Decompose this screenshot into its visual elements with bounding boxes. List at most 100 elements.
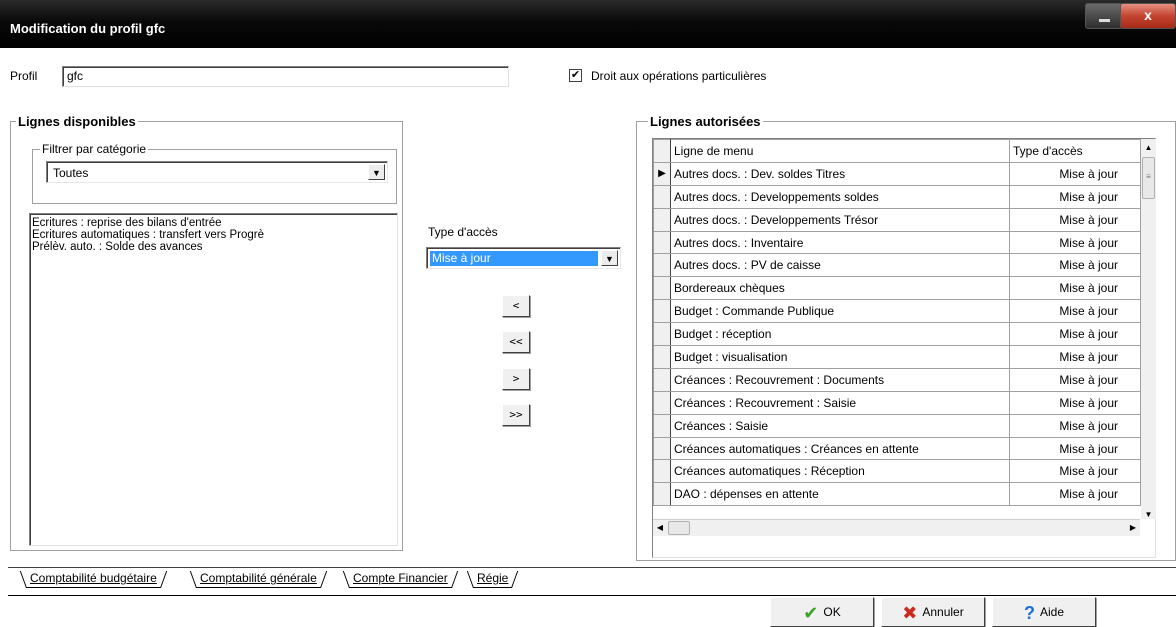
row-indicator[interactable] xyxy=(653,390,671,415)
close-button[interactable]: x xyxy=(1120,3,1176,29)
move-all-left-button[interactable]: << xyxy=(502,331,530,353)
vertical-scrollbar[interactable]: ▲ ≡ ▼ xyxy=(1141,139,1156,519)
tab-regie[interactable]: Régie xyxy=(473,571,513,588)
row-indicator[interactable] xyxy=(653,230,671,255)
horizontal-scrollbar[interactable]: ◀ ▶ xyxy=(653,519,1140,536)
authorized-lines-title: Lignes autorisées xyxy=(648,114,763,129)
available-lines-list[interactable]: Ecritures : reprise des bilans d'entrée … xyxy=(29,213,398,546)
access-type-cell[interactable]: Mise à jour xyxy=(1009,184,1141,209)
menu-line-cell[interactable]: Budget : Commande Publique xyxy=(670,299,1010,324)
access-type-cell[interactable]: Mise à jour xyxy=(1009,367,1141,392)
access-type-cell[interactable]: Mise à jour xyxy=(1009,322,1141,347)
menu-line-cell[interactable]: Créances automatiques : Créances en atte… xyxy=(670,436,1010,461)
access-type-cell[interactable]: Mise à jour xyxy=(1009,299,1141,324)
list-item[interactable]: Ecritures automatiques : transfert vers … xyxy=(32,229,395,241)
scroll-up-icon[interactable]: ▲ xyxy=(1141,139,1156,156)
access-type-cell[interactable]: Mise à jour xyxy=(1009,390,1141,415)
row-indicator[interactable] xyxy=(653,367,671,392)
table-row[interactable]: Bordereaux chèques Mise à jour xyxy=(653,276,1141,301)
ok-button[interactable]: ✔ OK xyxy=(770,597,874,627)
access-type-cell[interactable]: Mise à jour xyxy=(1009,436,1141,461)
menu-line-cell[interactable]: Budget : visualisation xyxy=(670,345,1010,369)
access-type-select[interactable]: Mise à jour ▼ xyxy=(426,247,621,269)
access-type-cell[interactable]: Mise à jour xyxy=(1009,253,1141,278)
menu-line-cell[interactable]: Autres docs. : PV de caisse xyxy=(670,253,1010,278)
current-row-icon[interactable]: ▶ xyxy=(653,161,671,186)
minimize-button[interactable] xyxy=(1085,3,1123,29)
menu-line-cell[interactable]: Créances : Recouvrement : Documents xyxy=(670,367,1010,392)
move-right-button[interactable]: > xyxy=(502,368,530,390)
access-type-cell[interactable]: Mise à jour xyxy=(1009,230,1141,255)
check-icon: ✔ xyxy=(803,602,819,623)
table-row[interactable]: Autres docs. : Inventaire Mise à jour xyxy=(653,230,1141,255)
scroll-right-icon[interactable]: ▶ xyxy=(1126,520,1140,536)
help-button[interactable]: ? Aide xyxy=(992,597,1096,627)
table-row[interactable]: Budget : Commande Publique Mise à jour xyxy=(653,299,1141,324)
col-header-menu[interactable]: Ligne de menu xyxy=(670,139,1010,163)
chevron-down-icon[interactable]: ▼ xyxy=(368,164,385,180)
cancel-button[interactable]: ✖ Annuler xyxy=(881,597,985,627)
menu-line-cell[interactable]: Créances : Saisie xyxy=(670,413,1010,438)
special-ops-checkbox[interactable]: ✔ xyxy=(569,69,582,82)
table-row[interactable]: Autres docs. : Developpements soldes Mise… xyxy=(653,184,1141,209)
table-row[interactable]: Créances : Saisie Mise à jour xyxy=(653,413,1141,438)
row-indicator[interactable] xyxy=(653,482,671,507)
row-indicator[interactable] xyxy=(653,322,671,347)
menu-line-cell[interactable]: Créances automatiques : Réception xyxy=(670,459,1010,484)
access-type-cell[interactable]: Mise à jour xyxy=(1009,459,1141,484)
menu-line-cell[interactable]: Créances : Recouvrement : Saisie xyxy=(670,390,1010,415)
move-all-right-button[interactable]: >> xyxy=(502,404,530,426)
row-indicator[interactable] xyxy=(653,184,671,209)
window-title: Modification du profil gfc xyxy=(10,21,166,36)
menu-line-cell[interactable]: DAO : dépenses en attente xyxy=(670,482,1010,507)
table-row[interactable]: ▶ Autres docs. : Dev. soldes Titres Mise à… xyxy=(653,161,1141,186)
col-header-access[interactable]: Type d'accès xyxy=(1009,139,1141,163)
access-type-cell[interactable]: Mise à jour xyxy=(1009,482,1141,507)
access-type-cell[interactable]: Mise à jour xyxy=(1009,276,1141,301)
row-indicator[interactable] xyxy=(653,207,671,232)
row-indicator[interactable] xyxy=(653,276,671,301)
profile-input[interactable]: gfc xyxy=(62,66,509,87)
list-item[interactable]: Prélèv. auto. : Solde des avances xyxy=(32,241,395,253)
table-row[interactable]: Créances : Recouvrement : Saisie Mise à j… xyxy=(653,390,1141,415)
menu-line-cell[interactable]: Autres docs. : Developpements soldes xyxy=(670,184,1010,209)
row-indicator[interactable] xyxy=(653,459,671,484)
menu-line-cell[interactable]: Budget : réception xyxy=(670,322,1010,347)
table-row[interactable]: Créances automatiques : Réception Mise à … xyxy=(653,459,1141,484)
access-type-cell[interactable]: Mise à jour xyxy=(1009,207,1141,232)
row-indicator[interactable] xyxy=(653,413,671,438)
category-filter-value: Toutes xyxy=(53,166,89,180)
table-row[interactable]: Autres docs. : Developpements Trésor Mise… xyxy=(653,207,1141,232)
tab-comptabilite-budgetaire[interactable]: Comptabilité budgétaire xyxy=(26,571,161,588)
menu-line-cell[interactable]: Bordereaux chèques xyxy=(670,276,1010,301)
tab-label: Comptabilité générale xyxy=(200,571,317,585)
scroll-thumb-horizontal[interactable] xyxy=(668,521,690,535)
menu-line-cell[interactable]: Autres docs. : Dev. soldes Titres xyxy=(670,161,1010,186)
access-type-cell[interactable]: Mise à jour xyxy=(1009,161,1141,186)
category-filter-select[interactable]: Toutes ▼ xyxy=(46,161,388,183)
move-left-button[interactable]: < xyxy=(502,295,530,317)
table-row[interactable]: Autres docs. : PV de caisse Mise à jour xyxy=(653,253,1141,278)
table-row[interactable]: Budget : réception Mise à jour xyxy=(653,322,1141,347)
authorized-lines-grid[interactable]: Ligne de menu Type d'accès ▶ Autres docs.… xyxy=(652,138,1156,558)
tab-compte-financier[interactable]: Compte Financier xyxy=(349,571,452,588)
tab-comptabilite-generale[interactable]: Comptabilité générale xyxy=(196,571,321,588)
chevron-down-icon[interactable]: ▼ xyxy=(601,250,618,266)
access-type-cell[interactable]: Mise à jour xyxy=(1009,413,1141,438)
scroll-thumb[interactable]: ≡ xyxy=(1142,157,1155,199)
special-ops-label: Droit aux opérations particulières xyxy=(591,69,767,83)
table-row[interactable]: Budget : visualisation Mise à jour xyxy=(653,345,1141,369)
table-row[interactable]: Créances : Recouvrement : Documents Mise … xyxy=(653,367,1141,392)
row-indicator[interactable] xyxy=(653,299,671,324)
scroll-down-icon[interactable]: ▼ xyxy=(1141,506,1156,523)
menu-line-cell[interactable]: Autres docs. : Inventaire xyxy=(670,230,1010,255)
row-indicator[interactable] xyxy=(653,345,671,369)
table-row[interactable]: Créances automatiques : Créances en atte… xyxy=(653,436,1141,461)
scroll-left-icon[interactable]: ◀ xyxy=(653,520,667,536)
row-indicator[interactable] xyxy=(653,253,671,278)
table-row[interactable]: DAO : dépenses en attente Mise à jour xyxy=(653,482,1141,507)
access-type-cell[interactable]: Mise à jour xyxy=(1009,345,1141,369)
menu-line-cell[interactable]: Autres docs. : Developpements Trésor xyxy=(670,207,1010,232)
list-item[interactable]: Ecritures : reprise des bilans d'entrée xyxy=(32,217,395,229)
row-indicator[interactable] xyxy=(653,436,671,461)
